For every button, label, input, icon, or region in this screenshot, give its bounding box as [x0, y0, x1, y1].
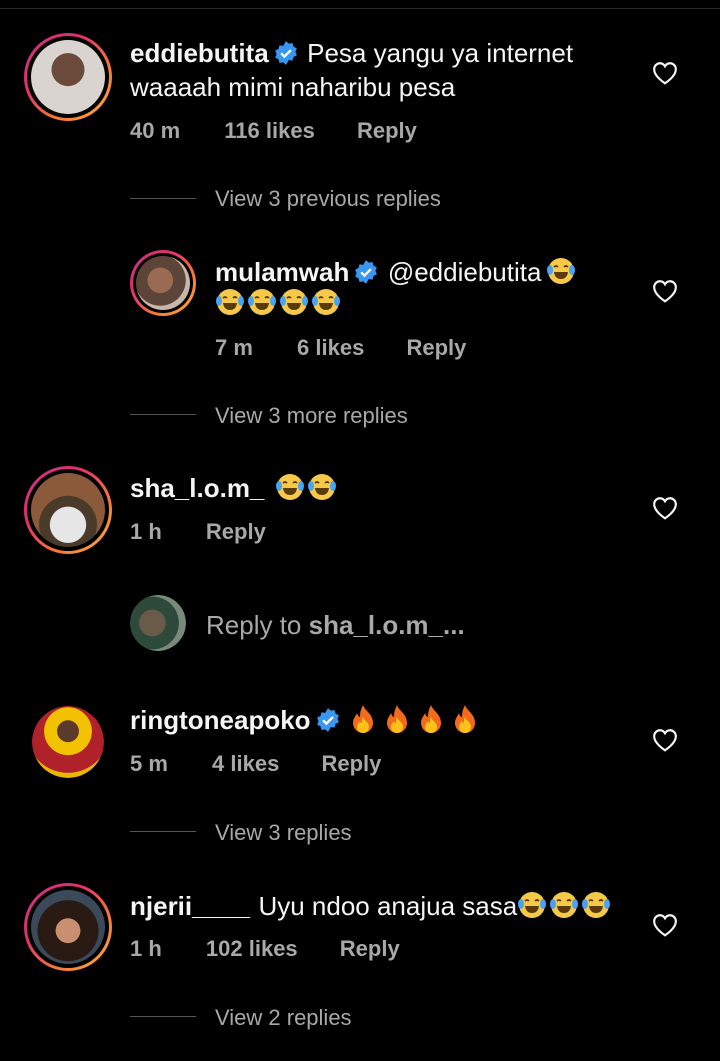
comment-1-meta: 40 m 116 likes Reply: [130, 118, 417, 144]
replies-divider: [130, 831, 196, 832]
laughing-emoji-icon: [275, 474, 304, 500]
avatar-image: [136, 256, 190, 310]
reply-button[interactable]: Reply: [206, 519, 266, 544]
verified-badge-icon: [355, 260, 378, 284]
view-more-replies-button[interactable]: View 3 more replies: [215, 403, 408, 429]
fire-emoji-icon: [455, 705, 476, 733]
reply-input-prefix: Reply to: [206, 610, 309, 640]
verified-badge-icon: [316, 708, 339, 732]
reply-emoji-line: [215, 287, 343, 317]
likes-count[interactable]: 116 likes: [224, 118, 315, 143]
comment-text: Uyu ndoo anajua sasa: [258, 891, 518, 921]
likes-count[interactable]: 102 likes: [206, 936, 298, 961]
avatar-sha-l-o-m[interactable]: [24, 466, 112, 554]
laughing-emoji-icon: [550, 892, 579, 918]
reply-button[interactable]: Reply: [357, 118, 417, 143]
view-replies-button[interactable]: View 3 replies: [215, 820, 352, 846]
comment-4-meta: 5 m 4 likes Reply: [130, 751, 381, 777]
reply-meta: 7 m 6 likes Reply: [215, 335, 466, 361]
avatar-image: [31, 473, 105, 547]
timestamp: 40 m: [130, 118, 181, 143]
avatar-njerii[interactable]: [24, 883, 112, 971]
avatar-image: [130, 595, 186, 651]
top-divider: [0, 8, 720, 9]
avatar-eddiebutita[interactable]: [24, 33, 112, 121]
comment-5-meta: 1 h 102 likes Reply: [130, 936, 400, 962]
mention-link[interactable]: @eddiebutita: [388, 257, 542, 287]
timestamp: 1 h: [130, 936, 162, 961]
username[interactable]: eddiebutita: [130, 38, 269, 68]
comment-5-line-1: njerii____ Uyu ndoo anajua sasa: [130, 890, 613, 922]
like-heart-icon[interactable]: [652, 61, 678, 85]
reply-line-1: mulamwah @eddiebutita: [215, 256, 578, 288]
fire-emoji-icon: [421, 705, 442, 733]
laughing-emoji-icon: [216, 289, 244, 315]
reply-button[interactable]: Reply: [321, 751, 381, 776]
laughing-emoji-icon: [307, 474, 336, 500]
reply-button[interactable]: Reply: [406, 335, 466, 360]
fire-emoji-icon: [387, 705, 408, 733]
laughing-emoji-icon: [280, 289, 308, 315]
username[interactable]: njerii____: [130, 891, 250, 921]
like-heart-icon[interactable]: [652, 496, 678, 520]
likes-count[interactable]: 6 likes: [297, 335, 364, 360]
view-replies-button[interactable]: View 2 replies: [215, 1005, 352, 1031]
comment-text: Pesa yangu ya internet: [307, 38, 574, 68]
laughing-emoji-icon: [582, 892, 611, 918]
avatar-ringtoneapoko[interactable]: [32, 706, 104, 778]
verified-badge-icon: [274, 41, 297, 65]
like-heart-icon[interactable]: [652, 279, 678, 303]
replies-divider: [130, 414, 196, 415]
fire-emoji-icon: [353, 705, 374, 733]
timestamp: 5 m: [130, 751, 168, 776]
avatar-mulamwah[interactable]: [130, 250, 196, 316]
avatar-image: [32, 706, 104, 778]
like-heart-icon[interactable]: [652, 728, 678, 752]
comment-3-meta: 1 h Reply: [130, 519, 266, 545]
timestamp: 7 m: [215, 335, 253, 360]
likes-count[interactable]: 4 likes: [212, 751, 279, 776]
avatar-image: [31, 890, 105, 964]
username[interactable]: ringtoneapoko: [130, 705, 311, 735]
laughing-emoji-icon: [546, 258, 575, 284]
comment-text-continued: waaaah mimi naharibu pesa: [130, 72, 456, 102]
replies-divider: [130, 1016, 196, 1017]
current-user-avatar: [130, 595, 186, 651]
username[interactable]: sha_l.o.m_: [130, 473, 264, 503]
laughing-emoji-icon: [312, 289, 340, 315]
reply-input[interactable]: Reply to sha_l.o.m_...: [206, 610, 465, 641]
comment-3-line-1: sha_l.o.m_: [130, 472, 339, 504]
laughing-emoji-icon: [518, 892, 547, 918]
comment-4-line-1: ringtoneapoko: [130, 704, 485, 736]
laughing-emoji-icon: [248, 289, 276, 315]
timestamp: 1 h: [130, 519, 162, 544]
reply-button[interactable]: Reply: [340, 936, 400, 961]
comment-1-line-1: eddiebutita Pesa yangu ya internet: [130, 38, 573, 69]
like-heart-icon[interactable]: [652, 913, 678, 937]
reply-input-target: sha_l.o.m_...: [308, 610, 465, 640]
replies-divider: [130, 198, 196, 199]
view-previous-replies-button[interactable]: View 3 previous replies: [215, 186, 441, 212]
username[interactable]: mulamwah: [215, 257, 349, 287]
avatar-image: [31, 40, 105, 114]
